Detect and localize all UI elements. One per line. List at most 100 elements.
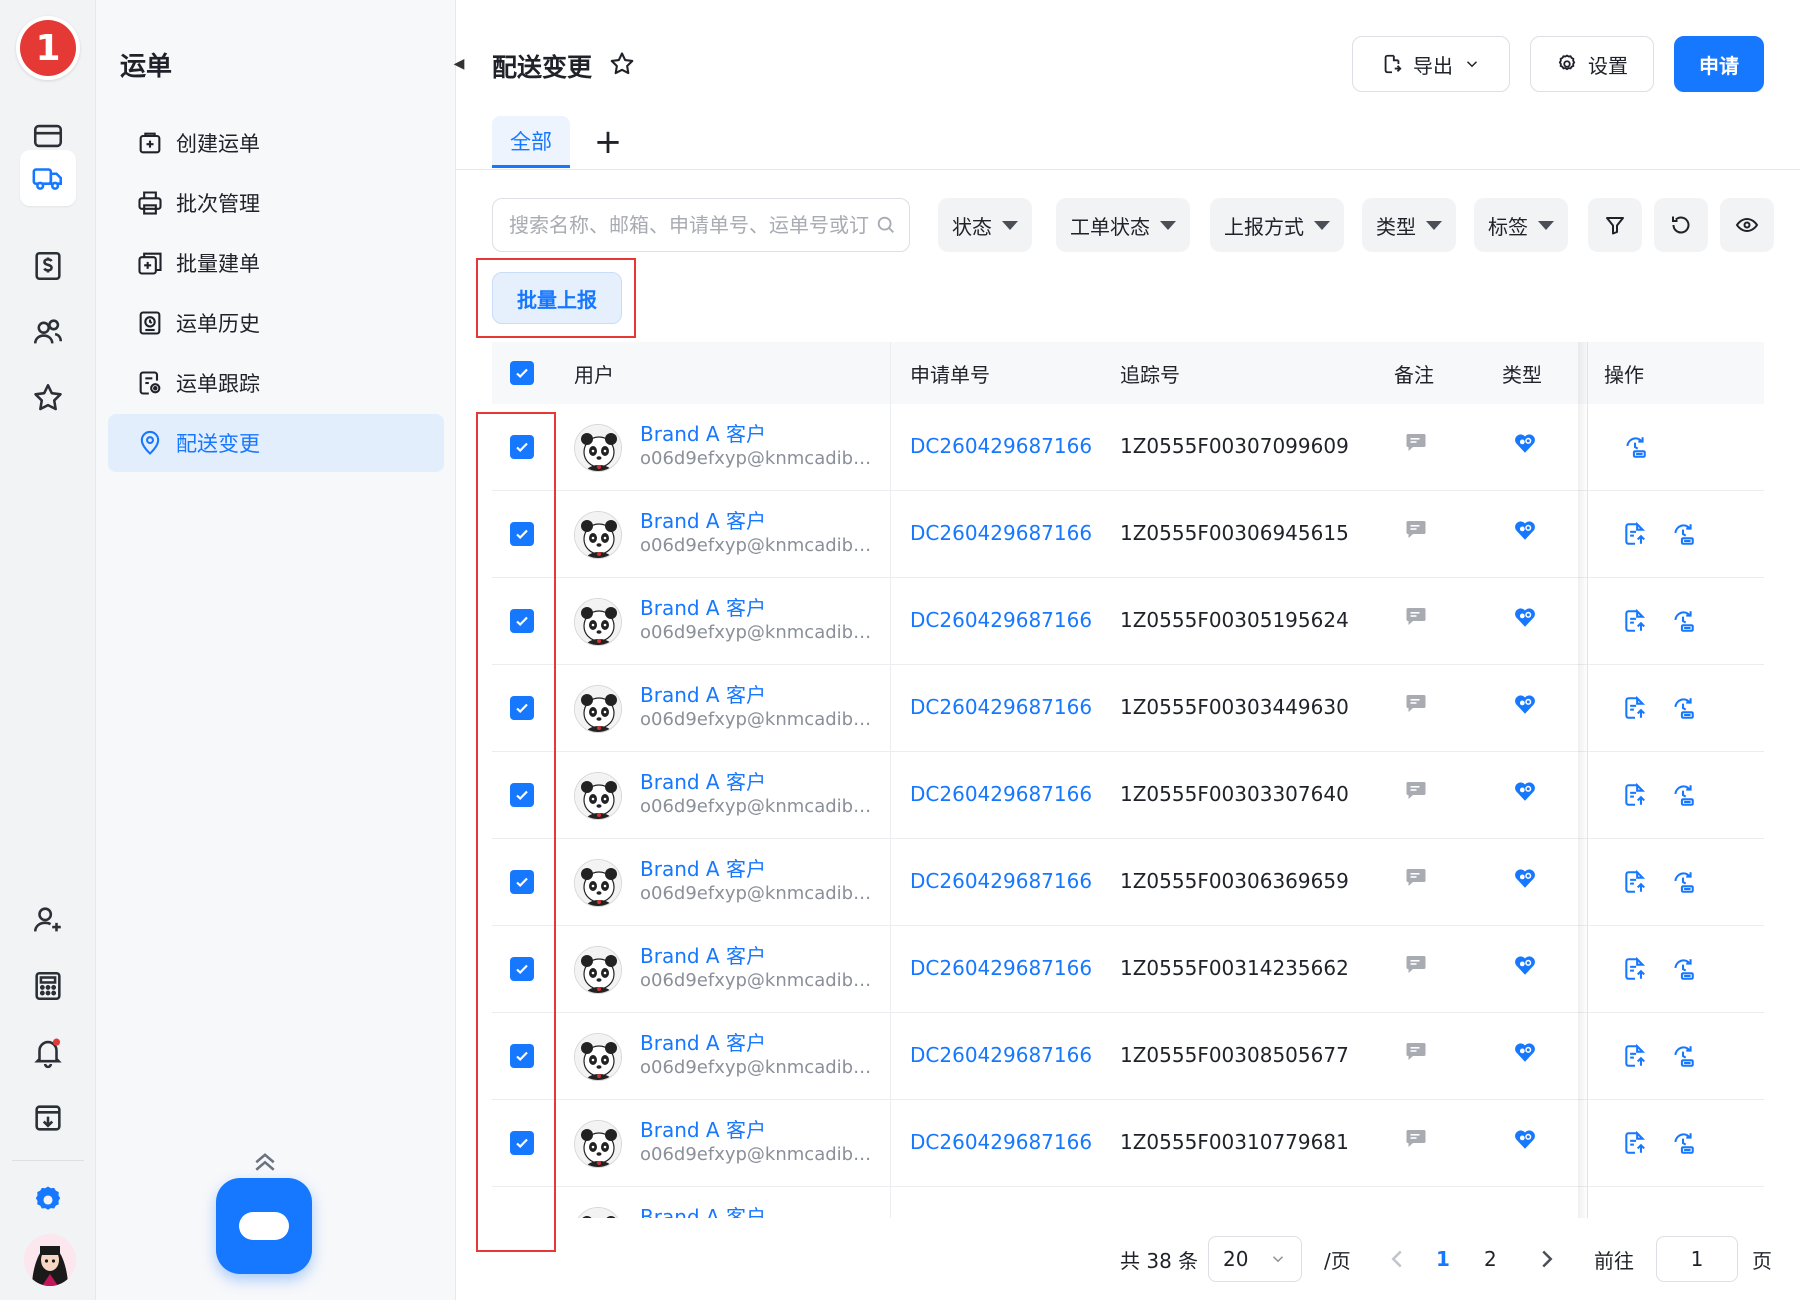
user-name-link[interactable]: Brand A 客户 — [640, 1027, 766, 1056]
tab-all[interactable]: 全部 — [492, 116, 570, 168]
calculator-icon[interactable] — [20, 958, 76, 1014]
report-upload-icon[interactable] — [1622, 956, 1648, 982]
goto-page-input[interactable]: 1 — [1656, 1236, 1738, 1282]
filter-ticket-status[interactable]: 工单状态 — [1056, 198, 1190, 252]
page-size-select[interactable]: 20 — [1208, 1236, 1302, 1282]
application-number-link[interactable]: DC260429687166 — [910, 1043, 1092, 1067]
reschedule-icon[interactable] — [1670, 608, 1696, 634]
note-icon[interactable] — [1404, 952, 1428, 976]
application-number-link[interactable]: DC260429687166 — [910, 869, 1092, 893]
search-input[interactable] — [509, 213, 869, 237]
user-name-link[interactable]: Brand A 客户 — [640, 418, 766, 447]
download-icon[interactable] — [20, 1090, 76, 1146]
user-name-link[interactable]: Brand A 客户 — [640, 940, 766, 969]
nav-item-batch-create[interactable]: 批量建单 — [108, 234, 444, 292]
history-icon — [139, 311, 161, 335]
report-upload-icon[interactable] — [1622, 869, 1648, 895]
truck-icon[interactable] — [20, 150, 76, 206]
next-page-icon[interactable] — [1540, 1249, 1554, 1269]
report-upload-icon[interactable] — [1622, 1130, 1648, 1156]
application-number-link[interactable]: DC260429687166 — [910, 956, 1092, 980]
report-upload-icon[interactable] — [1622, 695, 1648, 721]
application-number-link[interactable]: DC260429687166 — [910, 695, 1092, 719]
user-name-link[interactable]: Brand A 客户 — [640, 1114, 766, 1143]
report-upload-icon[interactable] — [1622, 782, 1648, 808]
header-app-no: 申请单号 — [910, 362, 990, 387]
pagination: 共 38 条 20 /页 1 2 前往 1 页 — [456, 1236, 1800, 1286]
reschedule-icon[interactable] — [1670, 1043, 1696, 1069]
star-icon[interactable] — [20, 370, 76, 426]
application-number-link[interactable]: DC260429687166 — [910, 608, 1092, 632]
report-upload-icon[interactable] — [1622, 1043, 1648, 1069]
settings-button[interactable]: 设置 — [1530, 36, 1654, 92]
nav-item-delivery-change[interactable]: 配送变更 — [108, 414, 444, 472]
apply-button[interactable]: 申请 — [1674, 36, 1764, 92]
eye-icon[interactable] — [1720, 198, 1774, 252]
reschedule-icon[interactable] — [1670, 869, 1696, 895]
filter-status[interactable]: 状态 — [938, 198, 1032, 252]
nav-item-create-waybill[interactable]: 创建运单 — [108, 114, 444, 172]
scroll-top-icon[interactable] — [250, 1148, 280, 1174]
prev-page-icon[interactable] — [1390, 1249, 1404, 1269]
note-icon[interactable] — [1404, 430, 1428, 454]
page-number-1[interactable]: 1 — [1436, 1236, 1450, 1282]
application-number-link[interactable]: DC260429687166 — [910, 521, 1092, 545]
app-logo[interactable]: 1 — [16, 16, 80, 80]
application-number-link[interactable]: DC260429687166 — [910, 1130, 1092, 1154]
user-name-link[interactable]: Brand A 客户 — [640, 592, 766, 621]
note-icon[interactable] — [1404, 778, 1428, 802]
note-icon[interactable] — [1404, 1039, 1428, 1063]
refresh-icon[interactable] — [1654, 198, 1708, 252]
application-number-link[interactable]: DC260429687166 — [910, 434, 1092, 458]
user-name-link[interactable]: Brand A 客户 — [640, 505, 766, 534]
users-icon[interactable] — [20, 304, 76, 360]
filter-label: 状态 — [952, 214, 992, 239]
user-add-icon[interactable] — [20, 892, 76, 948]
page-number-2[interactable]: 2 — [1484, 1236, 1497, 1282]
bell-icon[interactable] — [20, 1024, 76, 1080]
select-all-checkbox[interactable] — [510, 361, 534, 385]
application-number-link[interactable]: DC260429687166 — [910, 782, 1092, 806]
user-name-link[interactable]: Brand A 客户 — [640, 679, 766, 708]
filter-report-method[interactable]: 上报方式 — [1210, 198, 1344, 252]
reschedule-icon[interactable] — [1670, 1130, 1696, 1156]
reschedule-icon[interactable] — [1670, 695, 1696, 721]
nav-item-history[interactable]: 运单历史 — [108, 294, 444, 352]
filter-type[interactable]: 类型 — [1362, 198, 1456, 252]
location-icon — [140, 430, 160, 455]
filter-tag[interactable]: 标签 — [1474, 198, 1568, 252]
note-icon[interactable] — [1404, 517, 1428, 541]
chat-button[interactable] — [216, 1178, 312, 1274]
reschedule-icon[interactable] — [1622, 434, 1648, 460]
reschedule-icon[interactable] — [1670, 521, 1696, 547]
search-icon[interactable] — [875, 214, 897, 236]
add-tab-icon[interactable]: + — [588, 122, 628, 162]
note-icon[interactable] — [1404, 604, 1428, 628]
chevron-down-icon — [1272, 1256, 1284, 1263]
note-icon[interactable] — [1404, 865, 1428, 889]
user-name-link[interactable]: Brand A 客户 — [640, 766, 766, 795]
filter-label: 上报方式 — [1224, 214, 1304, 239]
user-name-link[interactable]: Brand A 客户 — [640, 853, 766, 882]
gear-icon[interactable] — [20, 1172, 76, 1228]
user-avatar[interactable] — [24, 1234, 76, 1286]
report-upload-icon[interactable] — [1622, 521, 1648, 547]
nav-item-batch-manage[interactable]: 批次管理 — [108, 174, 444, 232]
delivery-type-icon — [1512, 430, 1538, 456]
delivery-type-icon — [1512, 1126, 1538, 1152]
nav-item-tracking[interactable]: 运单跟踪 — [108, 354, 444, 412]
favorite-star-icon[interactable] — [608, 50, 636, 78]
batch-report-button[interactable]: 批量上报 — [492, 272, 622, 324]
export-button[interactable]: 导出 — [1352, 36, 1510, 92]
dollar-icon[interactable] — [20, 238, 76, 294]
note-icon[interactable] — [1404, 1126, 1428, 1150]
funnel-filter-icon[interactable] — [1588, 198, 1642, 252]
header-tracking: 追踪号 — [1120, 362, 1180, 387]
delivery-type-icon — [1512, 691, 1538, 717]
note-icon[interactable] — [1404, 691, 1428, 715]
report-upload-icon[interactable] — [1622, 608, 1648, 634]
reschedule-icon[interactable] — [1670, 782, 1696, 808]
user-email: o06d9efxyp@knmcadibav.com — [640, 796, 876, 817]
user-name-link[interactable]: Brand A 客户 — [640, 1201, 766, 1218]
reschedule-icon[interactable] — [1670, 956, 1696, 982]
